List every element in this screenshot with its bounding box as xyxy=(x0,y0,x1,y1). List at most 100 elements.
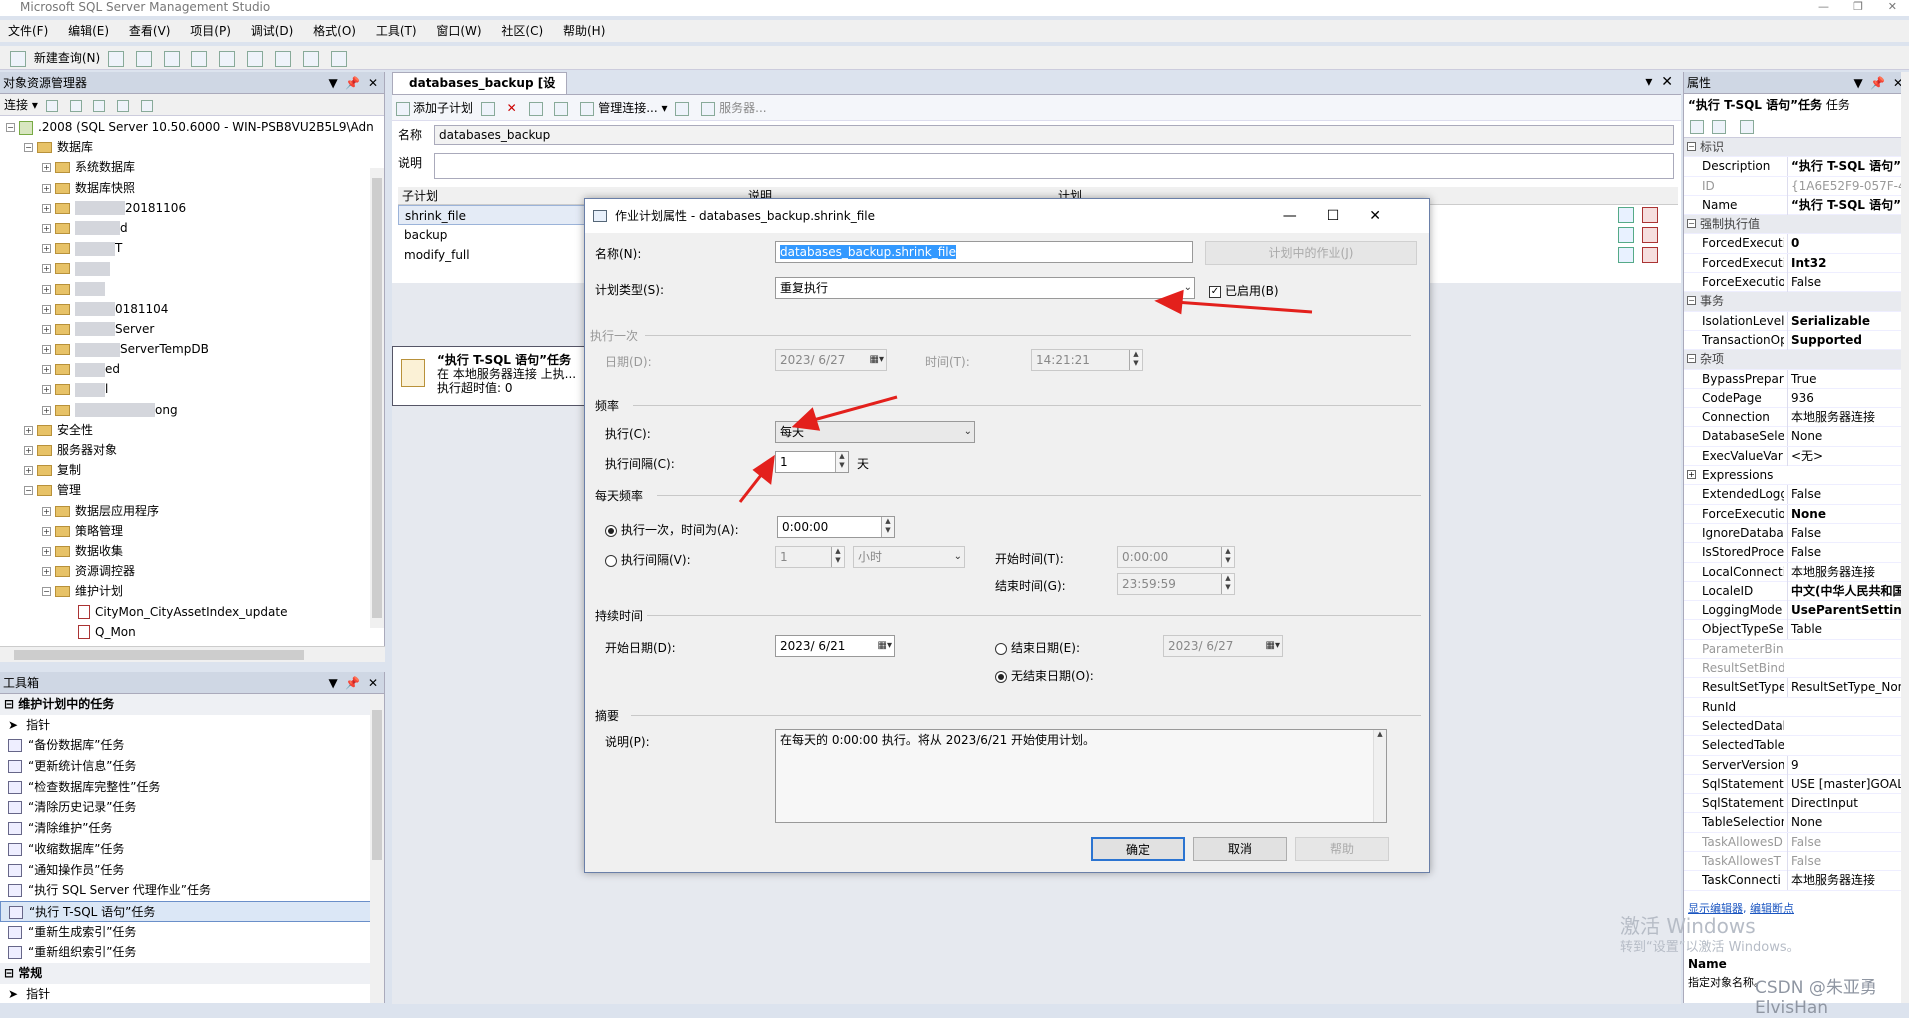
property-value[interactable]: 0 xyxy=(1787,234,1907,254)
tree-db-item[interactable]: + Server xyxy=(0,319,384,339)
logging-icon[interactable] xyxy=(675,101,690,116)
collapse-icon[interactable]: − xyxy=(1687,142,1696,151)
add-subplan-button[interactable]: 添加子计划 xyxy=(413,101,473,115)
property-value[interactable]: False xyxy=(1787,485,1907,505)
collapse-icon[interactable]: − xyxy=(1687,296,1696,306)
toolbox-item[interactable]: “清除历史记录”任务 xyxy=(0,797,384,818)
disconnect-icon[interactable] xyxy=(69,99,82,112)
minimize-icon[interactable]: — xyxy=(1818,0,1829,14)
property-value[interactable]: False xyxy=(1787,273,1907,293)
schedule-icon[interactable] xyxy=(528,101,543,116)
vertical-scrollbar[interactable] xyxy=(370,694,384,1003)
new-file-icon[interactable] xyxy=(219,50,236,67)
tree-db-item[interactable]: +20181106 xyxy=(0,198,384,218)
property-row[interactable]: Name “执行 T-SQL 语句”任 xyxy=(1684,195,1909,216)
property-row[interactable]: ForceExecutio False xyxy=(1684,273,1909,293)
menu-debug[interactable]: 调试(D) xyxy=(243,24,302,38)
property-row[interactable]: ExtendedLogg False xyxy=(1684,485,1909,505)
tree-server[interactable]: − .2008 (SQL Server 10.50.6000 - WIN-PSB8… xyxy=(0,117,384,137)
toolbox-item[interactable]: “收缩数据库”任务 xyxy=(0,839,384,860)
tree-db-item[interactable]: + T xyxy=(0,238,384,258)
start-date-input[interactable]: 2023/ 6/21 ▦▾ xyxy=(775,635,895,657)
tree-data-tier-apps[interactable]: + 数据层应用程序 xyxy=(0,501,384,521)
property-row[interactable]: CodePage 936 xyxy=(1684,388,1909,409)
property-value[interactable]: Table xyxy=(1787,620,1907,640)
menu-format[interactable]: 格式(O) xyxy=(305,24,364,38)
expand-icon[interactable]: + xyxy=(1687,470,1696,480)
close-icon[interactable]: ✕ xyxy=(1888,0,1897,14)
property-category[interactable]: − 杂项 xyxy=(1684,350,1909,370)
toolbox-item[interactable]: “执行 SQL Server 代理作业”任务 xyxy=(0,880,384,901)
occurs-every-input[interactable]: 1 ▲ ▼ xyxy=(775,546,845,568)
property-row[interactable]: SqlStatementS DirectInput xyxy=(1684,794,1909,814)
menu-help[interactable]: 帮助(H) xyxy=(555,24,613,38)
property-row[interactable]: ExecValueVari <无> xyxy=(1684,446,1909,467)
menu-project[interactable]: 项目(P) xyxy=(182,24,239,38)
property-value[interactable]: USE [master]GOALT xyxy=(1787,774,1907,794)
menu-file[interactable]: 文件(F) xyxy=(0,24,56,38)
property-row[interactable]: Description “执行 T-SQL 语句”任 xyxy=(1684,157,1909,177)
tree-db-item[interactable]: + l xyxy=(0,379,384,399)
restore-icon[interactable]: ❐ xyxy=(1853,0,1863,14)
toolbox-item[interactable]: ➤ 指针 xyxy=(0,715,384,736)
new-query-button[interactable]: 新建查询(N) xyxy=(34,51,100,65)
occurs-every-radio[interactable]: 执行间隔(V): xyxy=(605,551,691,568)
property-value[interactable]: False xyxy=(1787,543,1907,563)
close-document-icon[interactable]: ▾ ✕ xyxy=(1645,74,1673,90)
mdx-query-icon[interactable] xyxy=(163,50,180,67)
summary-description-text[interactable]: 在每天的 0:00:00 执行。将从 2023/6/21 开始使用计划。 ▲ xyxy=(775,729,1387,823)
spinner-icon[interactable]: ▲ ▼ xyxy=(881,517,894,537)
property-row[interactable]: ForcedExecuti 0 xyxy=(1684,234,1909,254)
schedule-icon[interactable] xyxy=(1618,247,1634,263)
tree-system-dbs[interactable]: + 系统数据库 xyxy=(0,157,384,177)
menu-tools[interactable]: 工具(T) xyxy=(368,24,425,38)
menu-edit[interactable]: 编辑(E) xyxy=(60,24,117,38)
property-value[interactable]: 本地服务器连接 xyxy=(1787,562,1907,582)
property-value[interactable]: ResultSetType_Non xyxy=(1787,678,1907,698)
spinner-icon[interactable]: ▲ ▼ xyxy=(1129,350,1142,370)
database-engine-query-icon[interactable] xyxy=(108,50,124,67)
connect-button[interactable]: 连接 xyxy=(4,98,28,112)
end-date-input[interactable]: 2023/ 6/27 ▦▾ xyxy=(1163,635,1283,657)
spinner-icon[interactable]: ▲ ▼ xyxy=(1221,547,1234,567)
categorized-icon[interactable] xyxy=(1690,119,1704,134)
property-value[interactable]: Int32 xyxy=(1787,253,1907,273)
xmla-query-icon[interactable] xyxy=(191,50,208,67)
open-file-icon[interactable] xyxy=(247,50,264,67)
remove-schedule-icon[interactable] xyxy=(1642,227,1658,243)
cancel-button[interactable]: 取消 xyxy=(1193,837,1287,861)
property-row[interactable]: IsStoredProce False xyxy=(1684,543,1909,563)
property-value[interactable]: None xyxy=(1787,427,1907,447)
tree-plan-item[interactable]: Q_Mon xyxy=(0,622,384,642)
tree-db-item[interactable]: + xyxy=(0,279,384,299)
property-value[interactable]: {1A6E52F9-057F-4D xyxy=(1787,176,1907,196)
tree-databases[interactable]: − 数据库 xyxy=(0,137,384,157)
tree-db-item[interactable]: + d xyxy=(0,218,384,238)
remove-schedule-icon[interactable] xyxy=(1642,247,1658,263)
tree-data-collection[interactable]: + 数据收集 xyxy=(0,541,384,561)
property-value[interactable]: DirectInput xyxy=(1787,794,1907,814)
enabled-checkbox[interactable]: ✓ 已启用(B) xyxy=(1209,282,1279,299)
tree-db-item[interactable]: + ServerTempDB xyxy=(0,339,384,359)
occurs-every-unit-select[interactable]: 小时 ⌄ xyxy=(853,546,965,568)
property-row[interactable]: + Expressions xyxy=(1684,466,1909,486)
servers-button[interactable]: 服务器... xyxy=(719,101,766,115)
property-value[interactable]: 9 xyxy=(1787,755,1907,775)
once-date-input[interactable]: 2023/ 6/27 ▦▾ xyxy=(775,349,887,371)
property-row[interactable]: ResultSetType ResultSetType_Non xyxy=(1684,678,1909,698)
end-date-radio[interactable]: 结束日期(E): xyxy=(995,639,1080,656)
ok-button[interactable]: 确定 xyxy=(1091,837,1185,861)
property-value[interactable]: True xyxy=(1787,369,1907,389)
property-value[interactable]: None xyxy=(1787,813,1907,833)
property-value[interactable]: None xyxy=(1787,504,1907,524)
toolbox-item[interactable]: “重新组织索引”任务 xyxy=(0,942,384,963)
property-row[interactable]: LocaleID 中文(中华人民共和国 xyxy=(1684,581,1909,602)
property-pages-icon[interactable] xyxy=(1739,119,1754,134)
property-row[interactable]: ServerVersion 9 xyxy=(1684,755,1909,775)
tsql-task-box[interactable]: “执行 T-SQL 语句”任务 在 本地服务器连接 上执... 执行超时值: 0 xyxy=(392,346,588,406)
document-tab[interactable]: databases_backup [设计]* xyxy=(392,72,567,110)
property-value[interactable]: UseParentSetting xyxy=(1787,601,1907,621)
occurs-once-time-input[interactable]: 0:00:00 ▲ ▼ xyxy=(777,516,895,538)
panel-controls[interactable]: ▼ 📌 ✕ xyxy=(329,72,378,94)
property-row[interactable]: ParameterBin xyxy=(1684,640,1909,660)
